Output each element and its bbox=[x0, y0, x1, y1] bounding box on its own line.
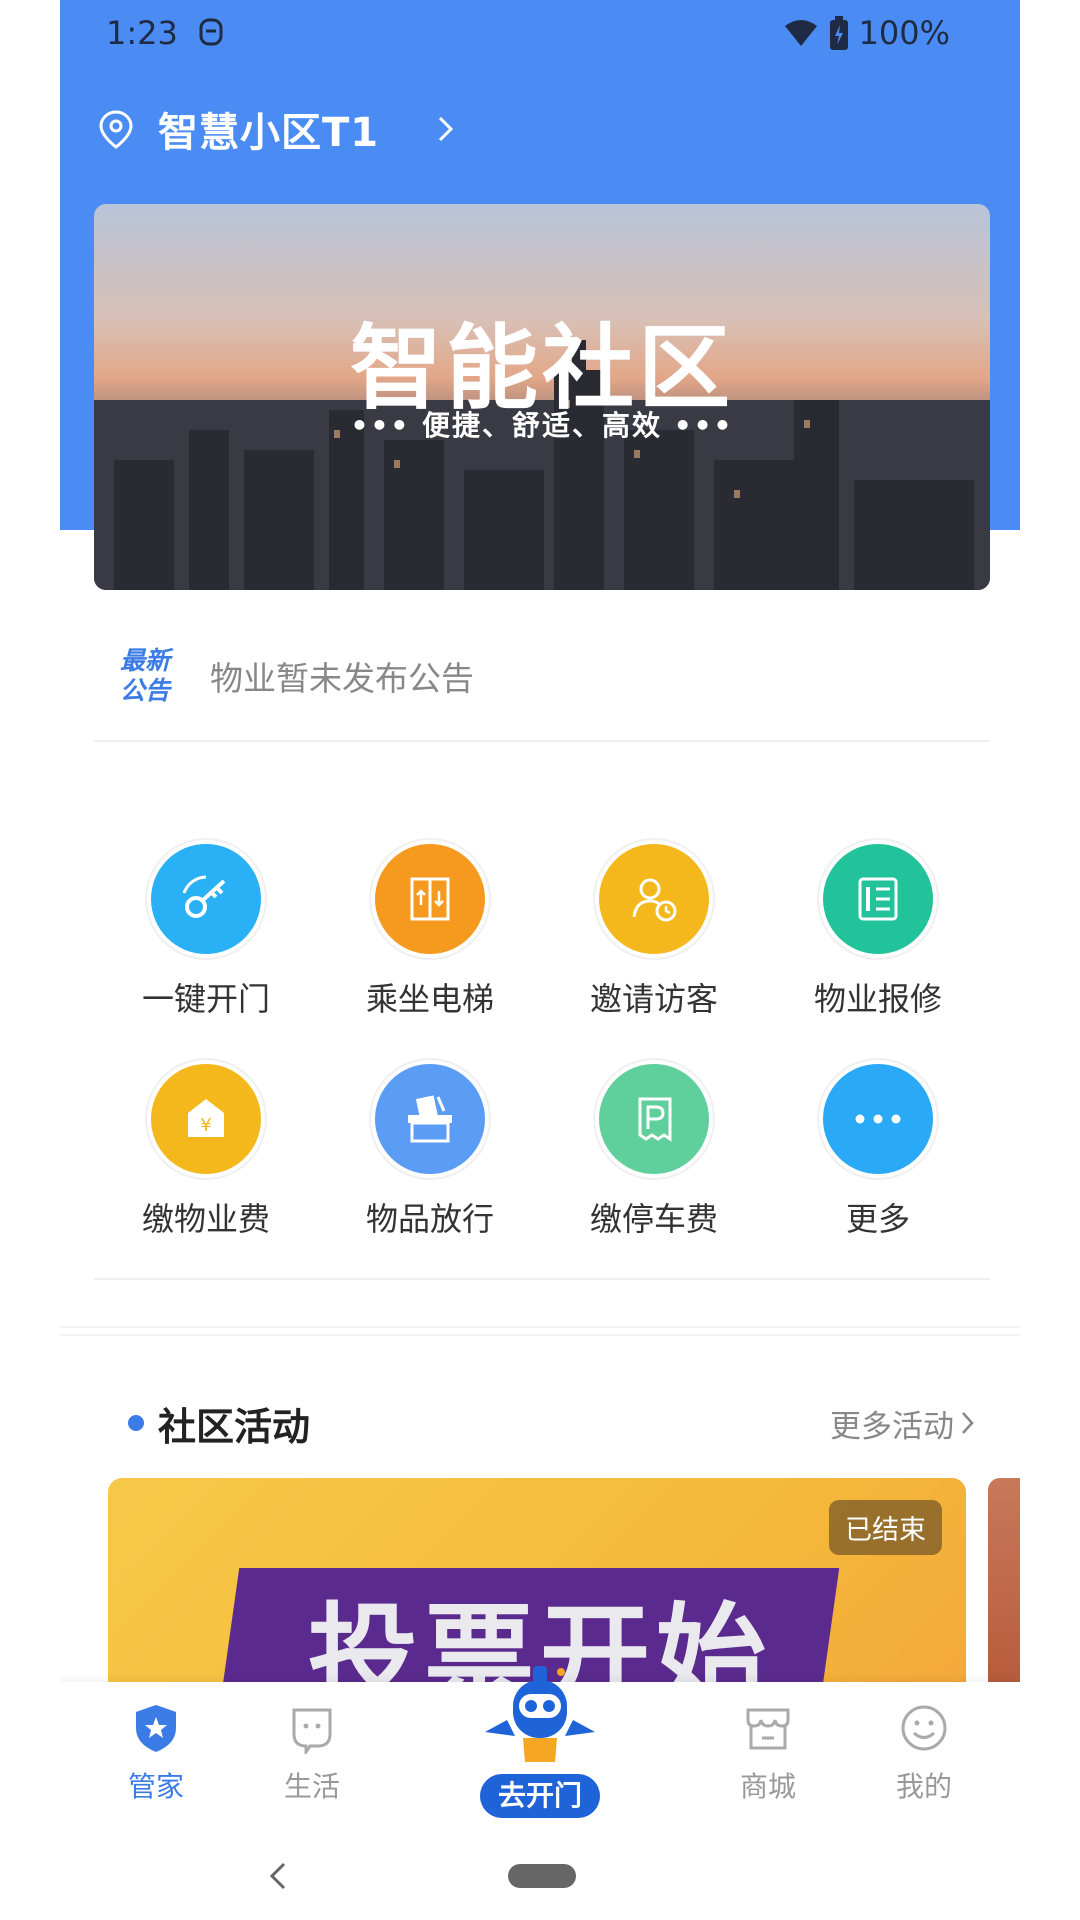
chevron-right-icon bbox=[962, 1412, 974, 1434]
community-name: 智慧小区T1 bbox=[158, 110, 380, 156]
more-icon bbox=[823, 1064, 933, 1174]
announcement-bar[interactable]: 最新 公告 物业暂未发布公告 bbox=[94, 612, 990, 742]
repair-icon bbox=[823, 844, 933, 954]
announcement-text: 物业暂未发布公告 bbox=[210, 659, 474, 698]
bottom-tab-bar: 管家 生活 去开门 商城 我的 bbox=[60, 1666, 1020, 1832]
release-icon bbox=[375, 1064, 485, 1174]
elevator-icon bbox=[375, 844, 485, 954]
grid-item-label: 一键开门 bbox=[141, 980, 270, 1018]
battery-icon bbox=[829, 16, 848, 50]
grid-item-parking-fee[interactable]: 缴停车费 bbox=[542, 1040, 766, 1260]
battery-percent: 100% bbox=[858, 14, 950, 52]
status-time: 1:23 bbox=[106, 14, 178, 52]
svg-text:¥: ¥ bbox=[200, 1115, 211, 1136]
tab-mine[interactable]: 我的 bbox=[828, 1702, 1020, 1805]
more-activities-label: 更多活动 bbox=[830, 1408, 954, 1445]
tab-life[interactable]: 生活 bbox=[216, 1702, 408, 1805]
shield-star-icon bbox=[136, 1705, 176, 1752]
key-icon bbox=[151, 844, 261, 954]
app-screen: 1:23 100% 智慧小区T1 智能社区 ••• 便捷、舒适、高效 ••• 最… bbox=[60, 0, 1020, 1920]
store-icon bbox=[746, 1708, 790, 1750]
system-nav-bar bbox=[60, 1832, 1020, 1920]
status-badge: 已结束 bbox=[829, 1500, 942, 1555]
function-grid: 一键开门 乘坐电梯 邀请访客 物业报修 ¥ 缴物业费 物品放行 缴停车费 更多 bbox=[94, 820, 990, 1280]
grid-item-label: 邀请访客 bbox=[589, 980, 718, 1018]
home-pill[interactable] bbox=[508, 1864, 576, 1888]
tab-open-door[interactable]: 去开门 bbox=[472, 1662, 608, 1818]
grid-item-open-door[interactable]: 一键开门 bbox=[94, 820, 318, 1040]
status-bar: 1:23 100% bbox=[60, 0, 1020, 70]
community-selector[interactable]: 智慧小区T1 bbox=[96, 100, 457, 158]
grid-item-label: 更多 bbox=[845, 1200, 910, 1238]
status-indicators: 100% bbox=[783, 14, 950, 52]
grid-item-label: 乘坐电梯 bbox=[365, 980, 494, 1018]
grid-item-item-release[interactable]: 物品放行 bbox=[318, 1040, 542, 1260]
section-dot bbox=[128, 1415, 144, 1431]
activity-card[interactable]: 投票开始 已结束 bbox=[108, 1478, 966, 1688]
parking-icon bbox=[599, 1064, 709, 1174]
smiley-icon bbox=[901, 1705, 947, 1751]
chat-face-icon bbox=[292, 1708, 332, 1757]
grid-item-property-fee[interactable]: ¥ 缴物业费 bbox=[94, 1040, 318, 1260]
wifi-icon bbox=[784, 20, 817, 46]
grid-item-elevator[interactable]: 乘坐电梯 bbox=[318, 820, 542, 1040]
promo-banner[interactable]: 智能社区 ••• 便捷、舒适、高效 ••• bbox=[94, 204, 990, 590]
grid-item-label: 缴物业费 bbox=[141, 1200, 270, 1238]
grid-item-label: 缴停车费 bbox=[589, 1200, 718, 1238]
back-icon[interactable] bbox=[266, 1860, 290, 1892]
activity-section-header: 社区活动 更多活动 bbox=[128, 1398, 988, 1449]
robot-mascot-icon bbox=[485, 1666, 595, 1762]
grid-item-more[interactable]: 更多 bbox=[766, 1040, 990, 1260]
announcement-tag-line2: 公告 bbox=[120, 676, 171, 705]
announcement-tag: 最新 公告 bbox=[120, 646, 186, 706]
visitor-icon bbox=[599, 844, 709, 954]
fee-icon: ¥ bbox=[151, 1064, 261, 1174]
chevron-right-icon bbox=[439, 116, 454, 142]
activity-card-next[interactable] bbox=[988, 1478, 1020, 1688]
tab-label: 生活 bbox=[283, 1770, 340, 1803]
location-pin-icon bbox=[99, 110, 133, 149]
banner-subtitle: ••• 便捷、舒适、高效 ••• bbox=[350, 409, 734, 442]
grid-item-invite-visitor[interactable]: 邀请访客 bbox=[542, 820, 766, 1040]
grid-item-repair[interactable]: 物业报修 bbox=[766, 820, 990, 1040]
grid-item-label: 物品放行 bbox=[365, 1200, 494, 1238]
section-divider bbox=[60, 1326, 1020, 1336]
more-activities-link[interactable]: 更多活动 bbox=[830, 1401, 976, 1446]
announcement-tag-line1: 最新 bbox=[120, 646, 171, 675]
notification-icon bbox=[199, 18, 223, 46]
grid-item-label: 物业报修 bbox=[813, 980, 942, 1018]
tab-label: 我的 bbox=[895, 1770, 952, 1803]
section-title: 社区活动 bbox=[158, 1404, 311, 1449]
